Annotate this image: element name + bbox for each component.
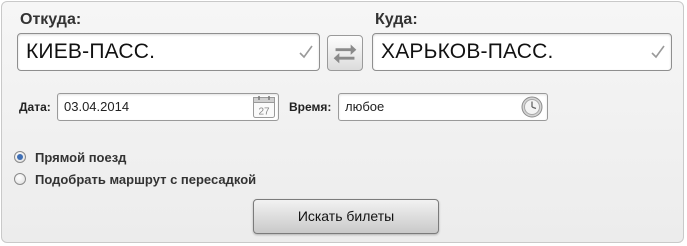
time-value: любое: [345, 99, 385, 114]
direct-train-label: Прямой поезд: [35, 150, 127, 165]
time-input[interactable]: любое: [338, 93, 548, 121]
clock-icon[interactable]: [521, 96, 543, 118]
date-label: Дата:: [19, 100, 51, 114]
time-label: Время:: [289, 100, 332, 114]
to-station-value: ХАРЬКОВ-ПАСС.: [381, 40, 554, 63]
swap-stations-button[interactable]: [327, 35, 363, 71]
transfer-route-radio[interactable]: [14, 173, 26, 185]
search-tickets-button[interactable]: Искать билеты: [253, 199, 439, 234]
search-form-panel: Откуда: КИЕВ-ПАСС. Куда: ХАРЬКОВ-ПАСС. Д…: [1, 1, 684, 243]
swap-arrows-icon: [333, 44, 357, 64]
from-station-value: КИЕВ-ПАСС.: [26, 40, 156, 63]
calendar-icon[interactable]: 27: [252, 95, 276, 119]
to-station-input[interactable]: ХАРЬКОВ-ПАСС.: [372, 33, 672, 71]
check-icon: [299, 45, 313, 59]
date-value: 03.04.2014: [64, 99, 130, 114]
date-input[interactable]: 03.04.2014 27: [57, 93, 279, 121]
to-label: Куда:: [375, 11, 418, 28]
transfer-route-label: Подобрать маршрут с пересадкой: [35, 172, 257, 187]
from-station-input[interactable]: КИЕВ-ПАСС.: [17, 33, 320, 71]
direct-train-radio[interactable]: [14, 151, 26, 163]
calendar-day-number: 27: [258, 107, 270, 118]
from-label: Откуда:: [20, 11, 82, 28]
check-icon: [651, 45, 665, 59]
